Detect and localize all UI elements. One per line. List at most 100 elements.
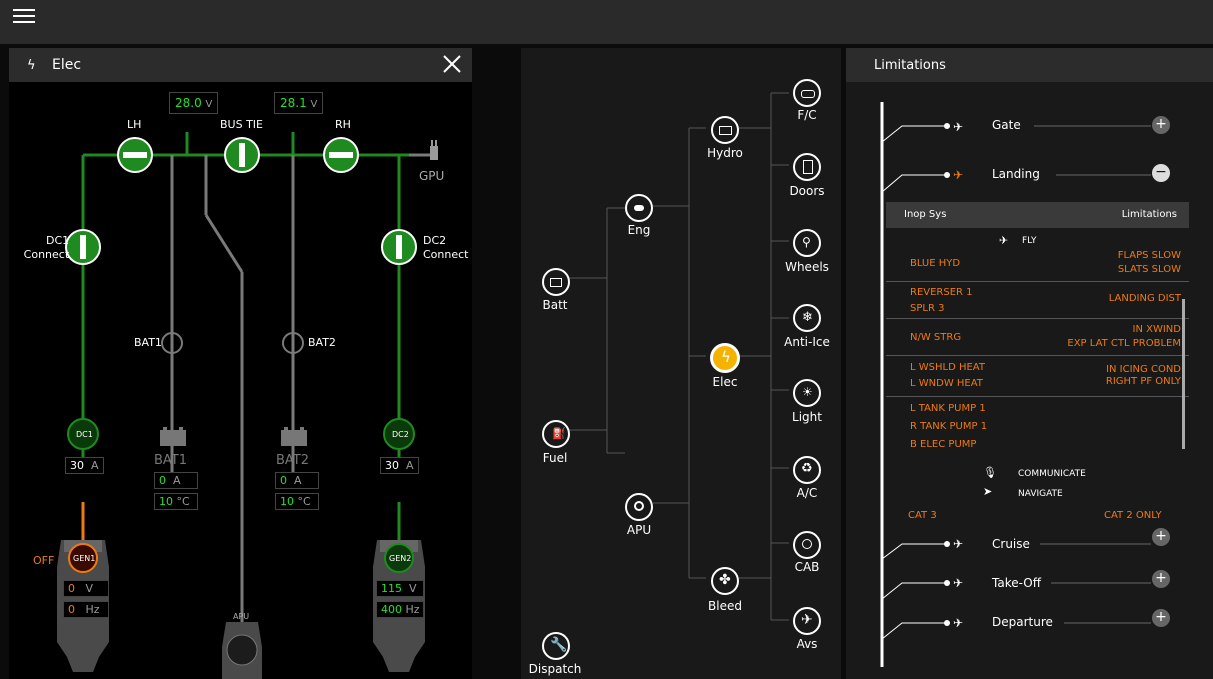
table-row[interactable]: L WSHLD HEAT L WNDW HEAT IN ICING COND R… (886, 356, 1189, 397)
fc-node[interactable] (793, 79, 821, 107)
dispatch-node[interactable]: 🔧 (542, 632, 570, 660)
gate-expand-button[interactable]: + (1152, 116, 1170, 134)
bat1-temp-readout: 10 °C (154, 493, 198, 510)
dc2-bus-label: DC2 (392, 430, 409, 439)
gen2-label: GEN2 (389, 554, 412, 563)
landing-phase-icon: ✈ (953, 168, 964, 182)
bleed-label: Bleed (708, 599, 742, 613)
dc1-bus-label: DC1 (76, 430, 93, 439)
hydro-label: Hydro (707, 146, 743, 160)
dc1-current-readout: 30 A (65, 457, 104, 474)
takeoff-expand-button[interactable]: + (1152, 570, 1170, 588)
gen1-voltage-readout: 0 V (63, 580, 109, 597)
dc1-connect-contactor[interactable] (65, 229, 101, 265)
bat2-temp-readout: 10 °C (275, 493, 319, 510)
rh-contactor[interactable] (323, 137, 359, 173)
table-row[interactable]: BLUE HYD FLAPS SLOW SLATS SLOW (886, 247, 1189, 282)
lh-contactor[interactable] (117, 137, 153, 173)
dc2-connect-contactor[interactable] (381, 229, 417, 265)
wrench-icon: 🔧 (550, 637, 568, 653)
doors-node[interactable] (793, 153, 821, 181)
systems-tree-lines (569, 92, 789, 621)
table-scrollbar[interactable] (1182, 299, 1185, 449)
gen2-freq-readout: 400 Hz (376, 601, 424, 618)
light-node[interactable]: ☀ (793, 379, 821, 407)
rh-label: RH (335, 118, 351, 131)
inop-table-body: BLUE HYD FLAPS SLOW SLATS SLOW REVERSER … (886, 247, 1189, 463)
dispatch-label: Dispatch (528, 662, 582, 676)
bleed-node[interactable]: ✤ (711, 567, 739, 595)
departure-expand-button[interactable]: + (1152, 609, 1170, 627)
landing-collapse-button[interactable]: − (1152, 164, 1170, 182)
apu-node[interactable] (625, 493, 653, 521)
bat1-label: BAT1 (134, 336, 162, 349)
hamburger-menu-icon[interactable] (13, 9, 35, 27)
inop-sys-header: Inop Sys (904, 209, 947, 220)
table-row[interactable]: L TANK PUMP 1 R TANK PUMP 1 B ELEC PUMP (886, 397, 1189, 455)
airplane-icon: ✈ (801, 612, 813, 628)
microphone-icon: 🎙 (983, 466, 997, 479)
fuel-node[interactable]: ⛽ (542, 420, 570, 448)
takeoff-phase-icon: ✈ (953, 576, 964, 590)
systems-tree-panel: Batt ⛽ Fuel Eng APU Hydro ϟ Elec ✤ Bleed… (521, 48, 841, 679)
departure-label: Departure (992, 615, 1053, 629)
elec-node[interactable]: ϟ (710, 343, 740, 373)
gen2-voltage-readout: 115 V (376, 580, 424, 597)
gate-phase-icon: ✈ (953, 120, 964, 134)
dc2-current-readout: 30 A (380, 457, 419, 474)
wheels-label: Wheels (785, 260, 829, 274)
batt-label: Batt (542, 298, 568, 312)
anti-ice-node[interactable]: ❄ (793, 304, 821, 332)
elec-label: Elec (712, 375, 738, 389)
wheel-icon: ⚲ (802, 235, 811, 249)
limitations-header: Limitations (846, 48, 1213, 82)
eng-node[interactable] (625, 194, 653, 222)
hydro-icon (719, 126, 732, 135)
cab-node[interactable] (793, 531, 821, 559)
elec-panel-title: Elec (52, 57, 82, 73)
flight-controls-icon (801, 90, 815, 98)
limitations-panel: Limitations ✈ Gate + ✈ Landing − Inop Sy… (846, 48, 1213, 679)
table-row[interactable]: N/W STRG IN XWIND EXP LAT CTL PROBLEM (886, 319, 1189, 356)
navigate-label: NAVIGATE (1018, 489, 1063, 499)
table-row[interactable]: REVERSER 1 SPLR 3 LANDING DIST (886, 282, 1189, 319)
ac-node[interactable]: ♻ (793, 456, 821, 484)
elec-panel-header: ϟ Elec (9, 48, 472, 82)
avs-label: Avs (796, 637, 818, 651)
bat2-label: BAT2 (308, 336, 336, 349)
voltage-left-readout: 28.0 V (169, 92, 219, 114)
close-icon[interactable] (442, 54, 462, 74)
batt-node[interactable] (542, 268, 570, 296)
navigate-icon: ➤ (983, 485, 993, 498)
avs-node[interactable]: ✈ (793, 607, 821, 635)
gpu-label: GPU (419, 169, 445, 183)
bus-tie-contactor[interactable] (224, 137, 260, 173)
limitations-table-header: Inop Sys Limitations (886, 202, 1189, 228)
cat-left-label: CAT 3 (908, 510, 937, 521)
gpu-plug-icon (430, 140, 438, 160)
apu-circle[interactable] (226, 634, 258, 666)
lh-label: LH (127, 118, 142, 131)
bulb-icon: ☀ (802, 385, 813, 399)
ac-label: A/C (796, 486, 818, 500)
gen1-freq-readout: 0 Hz (63, 601, 109, 618)
elec-panel: ϟ Elec 28.0 V 28.1 V LH BUS TIE RH GPU D… (9, 48, 472, 679)
bus-tie-label: BUS TIE (220, 118, 263, 131)
fan-icon: ✤ (719, 572, 731, 588)
departure-phase-icon: ✈ (953, 616, 964, 630)
cab-label: CAB (794, 560, 820, 574)
cruise-expand-button[interactable]: + (1152, 528, 1170, 546)
top-bar (0, 0, 1213, 44)
battery-icon (550, 278, 562, 287)
limitations-title: Limitations (874, 58, 946, 73)
hydro-node[interactable] (711, 116, 739, 144)
dc1-connect-label: DC1 Connect (23, 234, 70, 261)
wheels-node[interactable]: ⚲ (793, 229, 821, 257)
pressure-gauge-icon (802, 539, 812, 549)
communicate-label: COMMUNICATE (1018, 469, 1086, 479)
fuel-icon: ⛽ (552, 427, 566, 440)
apu-label: APU (233, 612, 250, 621)
cruise-label: Cruise (992, 537, 1030, 551)
takeoff-label: Take-Off (992, 576, 1041, 590)
voltage-right-readout: 28.1 V (274, 92, 324, 114)
